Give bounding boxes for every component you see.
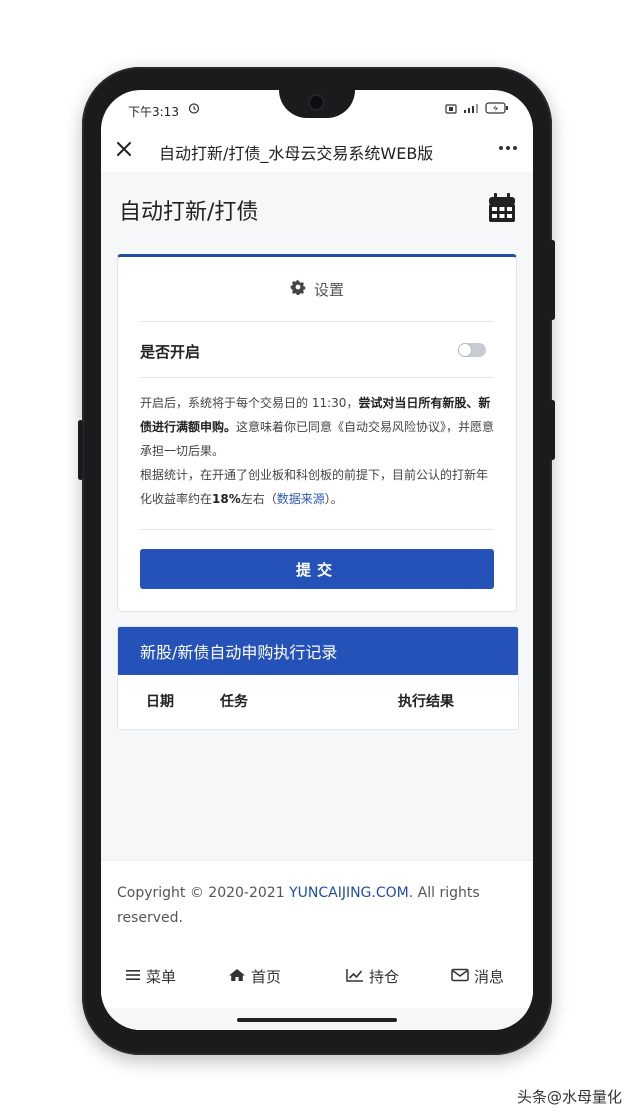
column-date: 日期 bbox=[146, 694, 174, 710]
camera-notch bbox=[279, 90, 355, 118]
toggle-label: 是否开启 bbox=[140, 343, 201, 361]
page-content: 自动打新/打债 设置 是否开启 开启后，系统将于每个交易日的 11:30，尝试对… bbox=[101, 172, 533, 1030]
enable-toggle[interactable] bbox=[458, 343, 486, 357]
status-icons bbox=[445, 102, 509, 117]
tab-menu[interactable]: 菜单 bbox=[125, 966, 176, 987]
desc-part: ）。 bbox=[324, 492, 343, 506]
tab-menu-label: 菜单 bbox=[146, 968, 177, 986]
calendar-icon[interactable] bbox=[487, 192, 517, 228]
watermark: 头条@水母量化 bbox=[516, 1088, 622, 1106]
signal-icon bbox=[463, 103, 479, 117]
volume-button bbox=[550, 400, 555, 460]
settings-header: 设置 bbox=[118, 257, 516, 321]
divider bbox=[140, 321, 494, 322]
records-card: 新股/新债自动申购执行记录 日期 任务 执行结果 bbox=[117, 626, 519, 730]
submit-button[interactable]: 提交 bbox=[140, 549, 494, 589]
divider bbox=[140, 529, 494, 530]
records-header: 新股/新债自动申购执行记录 bbox=[118, 627, 518, 675]
browser-page-title: 自动打新/打债_水母云交易系统WEB版 bbox=[159, 144, 434, 163]
browser-title-bar: 自动打新/打债_水母云交易系统WEB版 bbox=[101, 128, 533, 172]
brand-link[interactable]: YUNCAIJING.COM bbox=[289, 885, 409, 901]
settings-header-label: 设置 bbox=[313, 280, 344, 299]
home-indicator[interactable] bbox=[237, 1018, 397, 1022]
tab-holdings[interactable]: 持仓 bbox=[346, 966, 399, 987]
tab-home-label: 首页 bbox=[251, 968, 282, 986]
alarm-icon bbox=[188, 102, 200, 117]
battery-icon bbox=[485, 102, 509, 117]
column-task: 任务 bbox=[220, 694, 248, 710]
desc-part: 开启后，系统将于每个交易日的 11:30， bbox=[140, 396, 359, 410]
toggle-knob bbox=[459, 344, 471, 356]
sim-icon bbox=[445, 103, 457, 117]
tab-holdings-label: 持仓 bbox=[369, 968, 400, 986]
gear-icon bbox=[290, 279, 306, 299]
line-chart-icon bbox=[346, 968, 364, 986]
divider bbox=[140, 377, 494, 378]
status-bar: 下午3:13 bbox=[101, 90, 533, 128]
close-icon[interactable] bbox=[113, 138, 135, 160]
side-button-left bbox=[78, 420, 83, 480]
phone-screen: 下午3:13 自动打新/打债_水母云交易系统WEB版 自动打新/打债 设置 是否… bbox=[101, 90, 533, 1030]
desc-bold: 18% bbox=[212, 492, 241, 506]
tab-home[interactable]: 首页 bbox=[228, 966, 281, 987]
footer: Copyright © 2020-2021 YUNCAIJING.COM. Al… bbox=[101, 860, 533, 950]
tab-messages[interactable]: 消息 bbox=[451, 966, 504, 987]
menu-icon bbox=[125, 968, 141, 986]
settings-card: 设置 是否开启 开启后，系统将于每个交易日的 11:30，尝试对当日所有新股、新… bbox=[117, 254, 517, 612]
page-title: 自动打新/打债 bbox=[119, 200, 259, 225]
column-result: 执行结果 bbox=[398, 694, 454, 710]
description-text: 开启后，系统将于每个交易日的 11:30，尝试对当日所有新股、新债进行满额申购。… bbox=[140, 391, 496, 511]
copyright-text: Copyright © 2020-2021 YUNCAIJING.COM. Al… bbox=[117, 881, 497, 931]
front-camera bbox=[310, 96, 323, 109]
power-button bbox=[550, 240, 555, 320]
copyright-prefix: Copyright © 2020-2021 bbox=[117, 885, 290, 901]
envelope-icon bbox=[451, 968, 469, 986]
bottom-tab-bar: 菜单 首页 持仓 消息 bbox=[101, 948, 533, 1008]
home-icon bbox=[228, 968, 246, 986]
data-source-link[interactable]: 数据来源 bbox=[277, 492, 325, 506]
tab-messages-label: 消息 bbox=[474, 968, 505, 986]
desc-part: 左右（ bbox=[240, 492, 277, 506]
status-time: 下午3:13 bbox=[128, 105, 179, 119]
more-options-icon[interactable] bbox=[499, 146, 517, 150]
